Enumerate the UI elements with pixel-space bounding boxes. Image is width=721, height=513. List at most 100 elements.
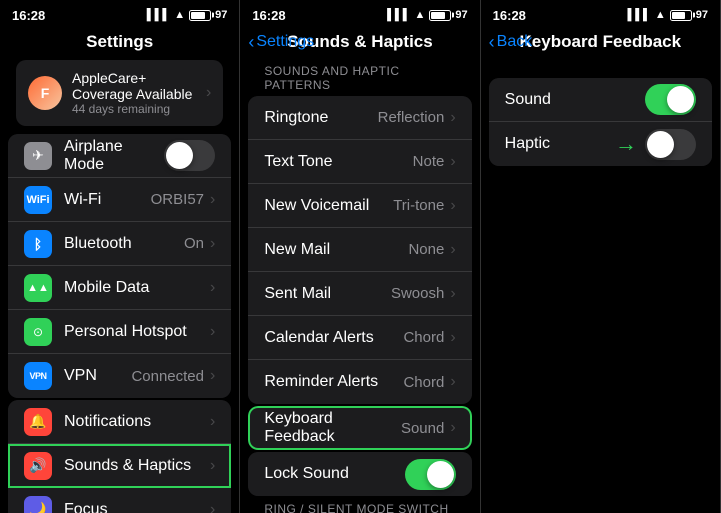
signal-icon-2: ▌▌▌: [387, 9, 410, 21]
status-bar-2: 16:28 ▌▌▌ ▲ 97: [240, 0, 479, 28]
signal-icon-1: ▌▌▌: [147, 9, 170, 21]
locksound-label: Lock Sound: [264, 465, 404, 483]
keyboard-sound-item[interactable]: Sound: [489, 78, 712, 122]
panel3-content: Sound Haptic →: [481, 60, 720, 166]
battery-pct-2: 97: [455, 9, 467, 21]
panel3-back-label: Back: [497, 33, 533, 51]
keyboard-feedback-value: Sound: [401, 420, 444, 437]
status-time-1: 16:28: [12, 8, 45, 23]
notifications-group: 🔔 Notifications › 🔊 Sounds & Haptics › 🌙…: [8, 400, 231, 513]
calendaralerts-chevron: ›: [450, 329, 455, 347]
newmail-label: New Mail: [264, 241, 408, 259]
sounds-newmail[interactable]: New Mail None ›: [248, 228, 471, 272]
sounds-icon: 🔊: [24, 452, 52, 480]
keyboard-sound-toggle[interactable]: [645, 84, 696, 115]
calendaralerts-value: Chord: [403, 329, 444, 346]
bluetooth-icon: ᛒ: [24, 230, 52, 258]
sounds-sentmail[interactable]: Sent Mail Swoosh ›: [248, 272, 471, 316]
status-bar-3: 16:28 ▌▌▌ ▲ 97: [481, 0, 720, 28]
keyboard-feedback-item[interactable]: Keyboard Feedback Sound ›: [248, 406, 471, 450]
sidebar-item-airplane[interactable]: ✈ Airplane Mode: [8, 134, 231, 178]
sounds-calendaralerts[interactable]: Calendar Alerts Chord ›: [248, 316, 471, 360]
panel-sounds-haptics: 16:28 ▌▌▌ ▲ 97 ‹ Settings Sounds & Hapti…: [240, 0, 480, 513]
newmail-chevron: ›: [450, 241, 455, 259]
sidebar-item-bluetooth[interactable]: ᛒ Bluetooth On ›: [8, 222, 231, 266]
hotspot-chevron: ›: [210, 323, 215, 341]
sounds-chevron: ›: [210, 457, 215, 475]
sounds-ringtone[interactable]: Ringtone Reflection ›: [248, 96, 471, 140]
panel3-back-button[interactable]: ‹ Back: [489, 33, 533, 51]
sounds-newvoicemail[interactable]: New Voicemail Tri-tone ›: [248, 184, 471, 228]
status-icons-2: ▌▌▌ ▲ 97: [387, 9, 468, 21]
keyboard-haptic-item[interactable]: Haptic →: [489, 122, 712, 166]
wifi-label: Wi-Fi: [64, 191, 151, 209]
status-icons-3: ▌▌▌ ▲ 97: [627, 9, 708, 21]
keyboard-feedback-group: Keyboard Feedback Sound ›: [248, 406, 471, 450]
battery-icon-1: [189, 10, 211, 21]
panel-keyboard-feedback: 16:28 ▌▌▌ ▲ 97 ‹ Back Keyboard Feedback …: [481, 0, 721, 513]
newvoicemail-value: Tri-tone: [393, 197, 444, 214]
sounds-reminderalerts[interactable]: Reminder Alerts Chord ›: [248, 360, 471, 404]
ringtone-chevron: ›: [450, 109, 455, 127]
status-time-2: 16:28: [252, 8, 285, 23]
bluetooth-value: On: [184, 235, 204, 252]
reminderalerts-chevron: ›: [450, 373, 455, 391]
panel2-back-button[interactable]: ‹ Settings: [248, 33, 314, 51]
vpn-chevron: ›: [210, 367, 215, 385]
avatar: F: [28, 76, 62, 110]
mobiledata-chevron: ›: [210, 279, 215, 297]
keyboard-feedback-chevron: ›: [450, 419, 455, 437]
keyboard-haptic-label: Haptic: [505, 135, 615, 153]
locksound-item[interactable]: Lock Sound: [248, 452, 471, 496]
locksound-toggle[interactable]: [405, 459, 456, 490]
sounds-label: Sounds & Haptics: [64, 457, 210, 475]
battery-pct-3: 97: [696, 9, 708, 21]
banner-chevron: ›: [206, 84, 211, 102]
status-icons-1: ▌▌▌ ▲ 97: [147, 9, 228, 21]
locksound-group: Lock Sound: [248, 452, 471, 496]
panel3-back-chevron: ‹: [489, 33, 495, 51]
hotspot-icon: ⊙: [24, 318, 52, 346]
texttone-chevron: ›: [450, 153, 455, 171]
battery-icon-2: [429, 10, 451, 21]
ringtone-label: Ringtone: [264, 109, 377, 127]
status-time-3: 16:28: [493, 8, 526, 23]
sidebar-item-focus[interactable]: 🌙 Focus ›: [8, 488, 231, 513]
battery-pct-1: 97: [215, 9, 227, 21]
panel2-nav-header: ‹ Settings Sounds & Haptics: [240, 28, 479, 60]
bluetooth-chevron: ›: [210, 235, 215, 253]
banner-label: AppleCare+ Coverage Available: [72, 70, 206, 102]
banner-sublabel: 44 days remaining: [72, 102, 206, 116]
keyboard-options-group: Sound Haptic →: [489, 78, 712, 166]
sidebar-item-sounds[interactable]: 🔊 Sounds & Haptics ›: [8, 444, 231, 488]
sidebar-item-hotspot[interactable]: ⊙ Personal Hotspot ›: [8, 310, 231, 354]
sounds-texttone[interactable]: Text Tone Note ›: [248, 140, 471, 184]
sidebar-item-vpn[interactable]: VPN VPN Connected ›: [8, 354, 231, 398]
vpn-icon: VPN: [24, 362, 52, 390]
sidebar-item-mobiledata[interactable]: ▲▲ Mobile Data ›: [8, 266, 231, 310]
keyboard-haptic-toggle[interactable]: [645, 129, 696, 160]
focus-icon: 🌙: [24, 496, 52, 513]
banner-text-block: AppleCare+ Coverage Available 44 days re…: [72, 70, 206, 116]
wifi-icon-3: ▲: [655, 9, 666, 21]
wifi-chevron: ›: [210, 191, 215, 209]
panel1-nav-header: Settings: [0, 28, 239, 60]
applecare-banner[interactable]: F AppleCare+ Coverage Available 44 days …: [16, 60, 223, 126]
sentmail-label: Sent Mail: [264, 285, 391, 303]
sidebar-item-notifications[interactable]: 🔔 Notifications ›: [8, 400, 231, 444]
airplane-toggle[interactable]: [164, 140, 215, 171]
panel2-content: Sounds and Haptic Patterns Ringtone Refl…: [240, 60, 479, 513]
sentmail-value: Swoosh: [391, 285, 444, 302]
focus-label: Focus: [64, 501, 210, 513]
hotspot-label: Personal Hotspot: [64, 323, 210, 341]
texttone-value: Note: [413, 153, 445, 170]
sidebar-item-wifi[interactable]: WiFi Wi-Fi ORBI57 ›: [8, 178, 231, 222]
network-group: ✈ Airplane Mode WiFi Wi-Fi ORBI57 › ᛒ Bl…: [8, 134, 231, 398]
panel-settings: 16:28 ▌▌▌ ▲ 97 Settings F AppleCare+ Cov…: [0, 0, 240, 513]
keyboard-sound-label: Sound: [505, 91, 645, 109]
panel3-nav-header: ‹ Back Keyboard Feedback: [481, 28, 720, 60]
focus-chevron: ›: [210, 501, 215, 513]
reminderalerts-label: Reminder Alerts: [264, 373, 403, 391]
airplane-label: Airplane Mode: [64, 138, 164, 174]
wifi-icon-1: ▲: [174, 9, 185, 21]
